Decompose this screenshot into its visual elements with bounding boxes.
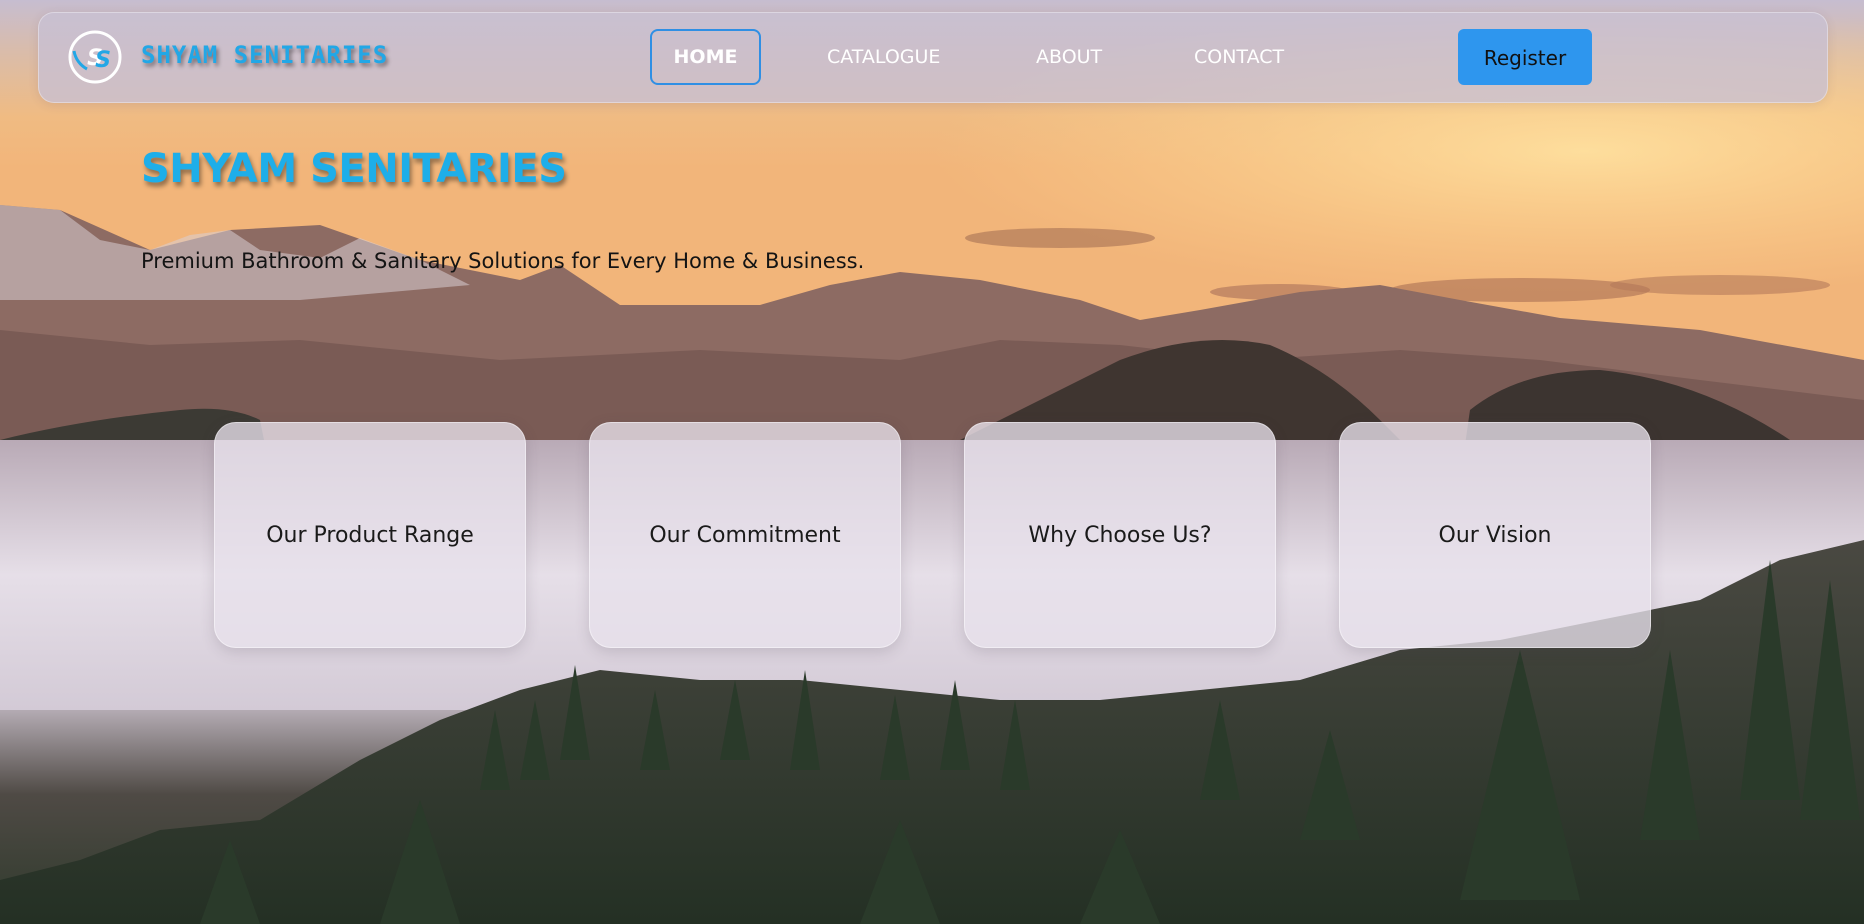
card-why-choose-us[interactable]: Why Choose Us?: [964, 422, 1276, 648]
page: S S SHYAM SENITARIES HOME CATALOGUE ABOU…: [0, 0, 1864, 924]
hero-title: SHYAM SENITARIES: [141, 146, 567, 192]
card-product-range[interactable]: Our Product Range: [214, 422, 526, 648]
card-commitment[interactable]: Our Commitment: [589, 422, 901, 648]
nav-link-about[interactable]: ABOUT: [1036, 29, 1102, 85]
register-button[interactable]: Register: [1458, 29, 1592, 85]
nav-link-home[interactable]: HOME: [650, 29, 761, 85]
svg-text:S: S: [95, 48, 111, 73]
hero-subtitle: Premium Bathroom & Sanitary Solutions fo…: [141, 249, 865, 273]
brand-name[interactable]: SHYAM SENITARIES: [141, 41, 388, 69]
nav-link-catalogue[interactable]: CATALOGUE: [827, 29, 940, 85]
card-vision[interactable]: Our Vision: [1339, 422, 1651, 648]
card-label: Our Vision: [1438, 522, 1552, 548]
nav-link-contact[interactable]: CONTACT: [1194, 29, 1284, 85]
card-label: Why Choose Us?: [1028, 522, 1212, 548]
navbar: S S SHYAM SENITARIES HOME CATALOGUE ABOU…: [38, 12, 1828, 103]
ss-monogram-icon[interactable]: S S: [67, 29, 123, 85]
card-label: Our Commitment: [649, 522, 841, 548]
card-label: Our Product Range: [266, 522, 474, 548]
